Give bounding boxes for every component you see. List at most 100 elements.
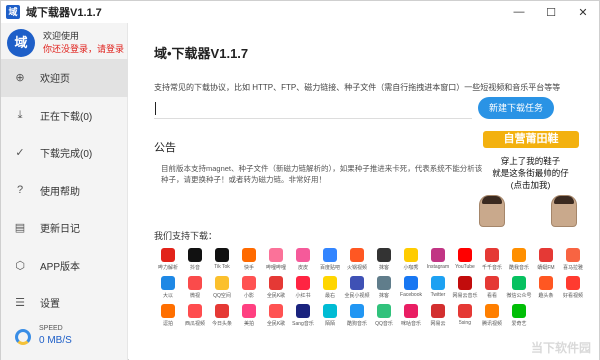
platform-item: 今日头条 [207,304,237,332]
platform-item: 美拍 [234,304,264,332]
platform-logo-icon [485,304,499,318]
speed-label: SPEED [39,325,63,332]
sidebar-item-label: 正在下载(0) [40,111,93,123]
platform-item: 网易云音乐 [450,276,480,304]
platform-logo-icon [566,276,580,290]
platform-logo-icon [377,248,391,262]
log-icon: ▤ [14,222,26,235]
platform-logo-icon [350,276,364,290]
platform-logo-icon [323,276,337,290]
platform-item: QQ音乐 [369,304,399,332]
download-icon: ⤓ [17,108,23,121]
minimize-button[interactable]: — [503,1,535,23]
platform-item: 快手 [234,248,264,276]
sidebar-item-label: 设置 [40,299,60,311]
cube-icon: ⬡ [15,259,25,272]
sidebar-item-label: 使用帮助 [40,186,80,198]
ad-face-image [551,195,577,227]
platform-item: Facebook [396,276,426,304]
platform-logo-icon [431,276,445,290]
sidebar-item-2[interactable]: ✓ 下载完成(0) [1,134,128,172]
platform-item: 趣头条 [531,276,561,304]
platform-logo-icon [512,304,526,318]
platform-logo-icon [296,248,310,262]
title-bar: 域 域下载器V1.1.7 — ☐ ✕ [1,1,599,23]
platform-logo-icon [404,276,418,290]
platform-logo-icon [539,248,553,262]
platform-logo-icon [566,248,580,262]
platform-item: Tik Tok [207,248,237,276]
platform-logo-icon [539,276,553,290]
platform-item: 逗拍 [153,304,183,332]
platform-logo-icon [377,304,391,318]
platform-item: 小红书 [288,276,318,304]
user-box[interactable]: 域 欢迎使用 你还没登录，请登录 [1,23,128,59]
main-panel: 域•下载器V1.1.7 支持常见的下载协议，比如 HTTP、FTP、磁力链接、种… [129,23,599,360]
ad-headline[interactable]: 自营莆田鞋 [483,131,579,148]
close-button[interactable]: ✕ [567,1,599,23]
sidebar-item-label: 下载完成(0) [40,149,93,161]
login-link[interactable]: 你还没登录，请登录 [43,42,124,55]
platform-item: 微信公众号 [504,276,534,304]
platform-item: 皮皮 [288,248,318,276]
sidebar-item-5[interactable]: ⬡ APP版本 [1,247,128,285]
platform-item: 酷狗音乐 [342,304,372,332]
help-icon: ? [16,184,24,197]
watermark: 当下软件园 [530,341,591,355]
supported-platforms-label: 我们支持下载： [154,231,218,241]
sidebar-item-3[interactable]: ? 使用帮助 [1,172,128,210]
platform-item: 蜻蜓FM [531,248,561,276]
app-window: 域 域下载器V1.1.7 — ☐ ✕ 域 欢迎使用 你还没登录，请登录 ⊕ 欢迎页… [0,0,600,360]
settings-icon: ☰ [15,297,25,310]
platform-logo-icon [512,276,526,290]
speed-indicator: SPEED 0 MB/S [1,321,128,357]
sidebar-item-1[interactable]: ⤓ 正在下载(0) [1,97,128,135]
platform-item: 网易云 [423,304,453,332]
platform-item: 火锅视频 [342,248,372,276]
sidebar-item-label: APP版本 [40,261,81,273]
sidebar: 域 欢迎使用 你还没登录，请登录 ⊕ 欢迎页 ⤓ 正在下载(0) ✓ 下载完成(0)? 使用… [1,23,128,360]
platform-item: Twitter [423,276,453,304]
sidebar-item-6[interactable]: ☰ 设置 [1,284,128,322]
url-input[interactable] [154,99,472,119]
platform-item: Instagram [423,248,453,276]
ad-line-2: 就是这条街最帅的仔 [492,168,569,178]
platform-item: 抖音 [180,248,210,276]
platform-logo-icon [431,248,445,262]
ad-banner[interactable]: 自营莆田鞋 穿上了我的鞋子 就是这条街最帅的仔 (点击加我) [473,131,588,231]
platform-logo-icon [350,248,364,262]
platform-name: 好看视频 [562,293,583,299]
sidebar-item-label: 更新日记 [40,224,80,236]
platform-logo-icon [188,304,202,318]
platform-item: 陌陌 [315,304,345,332]
platform-name: 喜马拉雅 [562,265,583,271]
sidebar-item-label: 欢迎页 [40,74,70,86]
page-title: 域•下载器V1.1.7 [154,46,249,61]
platform-item: 看看 [477,276,507,304]
plus-circle-icon: ⊕ [15,72,25,85]
window-controls: — ☐ ✕ [503,1,599,23]
platform-logo-icon [242,248,256,262]
platform-logo-icon [269,276,283,290]
notice-title: 公告 [154,142,176,154]
ad-line-1: 穿上了我的鞋子 [500,156,561,166]
maximize-button[interactable]: ☐ [535,1,567,23]
platform-logo-icon [458,248,472,262]
platform-logo-icon [296,276,310,290]
sidebar-item-4[interactable]: ▤ 更新日记 [1,209,128,247]
platform-item: 哔哩哔哩 [261,248,291,276]
platform-item: 哔力解析 [153,248,183,276]
platform-logo-icon [485,248,499,262]
platform-logo-icon [215,304,229,318]
platform-logo-icon [404,248,418,262]
platform-logo-icon [269,304,283,318]
protocol-description: 支持常见的下载协议，比如 HTTP、FTP、磁力链接、种子文件（需自行拖拽进本窗… [154,83,561,92]
window-title: 域下载器V1.1.7 [26,7,102,19]
platform-logo-icon [215,248,229,262]
new-download-task-button[interactable]: 新建下载任务 [478,97,554,119]
ad-line-3[interactable]: (点击加我) [473,179,588,191]
avatar[interactable]: 域 [7,29,35,57]
platform-item: 喜马拉雅 [558,248,588,276]
sidebar-item-0[interactable]: ⊕ 欢迎页 [1,59,128,97]
speed-value: 0 MB/S [39,335,72,346]
